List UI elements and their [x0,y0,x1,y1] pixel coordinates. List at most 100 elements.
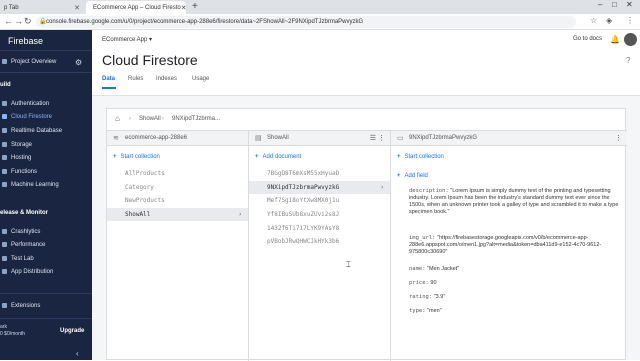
avatar[interactable] [624,33,637,46]
more-icon[interactable]: ⋮ [615,134,622,142]
field-img-url[interactable]: img_url: "https://firebasestorage.google… [409,235,621,256]
tab-rules[interactable]: Rules [128,76,143,82]
go-to-docs-link[interactable]: Go to docs [573,36,602,42]
sidebar-item-machine-learning[interactable]: Machine Learning [0,179,92,191]
firebase-logo[interactable]: Firebase [8,36,43,46]
field-description[interactable]: description: "Lorem Ipsum is simply dumm… [409,188,621,216]
section-build-title[interactable]: uild [0,82,11,88]
list-item[interactable]: Mef7Sg18oYtXw8MX0j1u [249,194,390,207]
home-icon [2,58,7,64]
more-icon[interactable]: ⋮ [378,134,385,142]
document-column: ▭ 9NXipdTJzbrmaPwvyzkG ⋮ + Start collecti… [391,131,627,361]
tab-usage[interactable]: Usage [192,76,209,82]
database-icon: ≋ [113,135,119,142]
firestore-icon [2,113,7,119]
chevron-right-icon: › [238,211,242,218]
filter-icon[interactable]: ☰ [370,134,376,142]
sidebar-item-performance[interactable]: Performance [0,239,92,251]
add-field-button[interactable]: + Add field [397,173,428,179]
url-text: console.firebase.google.com/u/0/project/… [46,19,364,25]
test-icon [2,255,7,261]
tab-data[interactable]: Data [102,76,115,82]
crash-icon [2,228,7,234]
column-header: ▭ 9NXipdTJzbrmaPwvyzkG ⋮ [391,131,627,146]
sidebar-item-realtime-database[interactable]: Realtime Database [0,125,92,137]
root-column: ≋ ecommerce-app-288e6 + Start collection … [107,131,249,361]
tab-label: ECommerce App – Cloud Firesto [93,4,181,11]
forward-icon[interactable]: → [14,16,23,26]
field-rating[interactable]: rating: "3.9" [409,294,621,301]
start-collection-button[interactable]: + Start collection [397,154,444,160]
browser-tab[interactable]: p Tab ✕ [0,1,84,14]
list-item[interactable]: AllProducts [107,167,248,180]
add-document-button[interactable]: + Add document [255,154,301,160]
start-collection-button[interactable]: + Start collection [113,154,160,160]
list-item[interactable]: 1432f6Ti717LYK9YAsY8 [249,222,390,235]
robot-icon [2,181,7,187]
browser-tab-active[interactable]: ECommerce App – Cloud Firesto ✕ [86,1,186,14]
minimize-icon[interactable]: – [598,0,602,9]
list-item-selected[interactable]: 9NXipdTJzbrmaPwvyzkG › [249,181,390,194]
sidebar: Firebase Project Overview ⚙ uild Authent… [0,30,92,360]
bell-icon[interactable]: 🔔 [610,35,620,44]
sidebar-item-storage[interactable]: Storage [0,139,92,151]
divider [0,293,92,294]
sidebar-item-app-distribution[interactable]: App Distribution [0,266,92,278]
database-icon [2,127,7,133]
browser-tab-bar: p Tab ✕ ECommerce App – Cloud Firesto ✕ … [0,0,640,14]
close-tab-icon[interactable]: ✕ [74,4,80,12]
list-item[interactable]: Category [107,181,248,194]
url-input[interactable]: 🔒 console.firebase.google.com/u/0/projec… [36,16,576,28]
bookmark-star-icon[interactable]: ☆ [590,16,597,25]
divider [0,318,92,319]
field-type[interactable]: type: "men" [409,308,621,315]
collapse-sidebar-icon[interactable]: ‹ [76,349,79,358]
help-icon[interactable]: ? [626,56,630,65]
list-item[interactable]: 7BGgD8T6mXsM55xHyuaD [249,167,390,180]
list-item[interactable]: pVBobJRwQHWCJkHYk3b6 [249,235,390,248]
divider [0,50,92,51]
mouse-cursor-icon: ⌶ [346,260,351,269]
tab-indexes[interactable]: Indexes [156,76,177,82]
close-tab-icon[interactable]: ✕ [181,4,186,12]
extensions-icon[interactable]: ◈ [606,16,612,25]
distribution-icon [2,268,7,274]
project-selector[interactable]: ECommerce App ▾ [102,36,152,43]
breadcrumb-item[interactable]: ShowAll [139,116,161,122]
close-window-icon[interactable]: ✕ [626,0,633,9]
sidebar-item-hosting[interactable]: Hosting [0,152,92,164]
page-header: ECommerce App ▾ Go to docs 🔔 Cloud Fires… [92,30,640,96]
upgrade-button[interactable]: Upgrade [60,328,84,334]
sidebar-item-extensions[interactable]: Extensions [0,300,92,312]
maximize-icon[interactable]: □ [612,0,617,9]
browser-menu-icon[interactable]: ⋮ [626,16,634,25]
list-item[interactable]: NewProducts [107,194,248,207]
gear-icon[interactable]: ⚙ [75,58,82,67]
tab-label: p Tab [4,4,19,11]
sidebar-item-cloud-firestore[interactable]: Cloud Firestore [0,111,92,123]
new-tab-button[interactable]: + [192,1,198,12]
chevron-down-icon: ▾ [149,37,153,43]
document-icon: ▭ [397,135,404,142]
breadcrumb-item[interactable]: 9NXipdTJzbrma... [172,116,220,122]
field-price[interactable]: price: 90 [409,280,621,287]
section-release-title[interactable]: elease & Monitor [0,210,48,216]
sidebar-item-functions[interactable]: Functions [0,166,92,178]
collection-icon: ▤ [255,135,262,142]
back-icon[interactable]: ← [4,16,13,26]
collection-column: ▤ ShowAll ☰ ⋮ + Add document 7BGgD8T6mXsM… [249,131,391,361]
hosting-icon [2,154,7,160]
data-panel: ⌂ › ShowAll › 9NXipdTJzbrma... ≋ ecommer… [106,108,627,361]
list-item[interactable]: Yf8IBuSUb8xuZUvi2s8J [249,208,390,221]
reload-icon[interactable]: ↻ [24,16,32,27]
sidebar-item-test-lab[interactable]: Test Lab [0,253,92,265]
field-name[interactable]: name: "Men Jacket" [409,266,621,273]
column-header: ▤ ShowAll ☰ ⋮ [249,131,390,146]
functions-icon [2,168,7,174]
list-item-selected[interactable]: ShowAll › [107,208,248,221]
home-icon[interactable]: ⌂ [115,114,120,123]
sidebar-item-crashlytics[interactable]: Crashlytics [0,226,92,238]
sidebar-item-authentication[interactable]: Authentication [0,98,92,110]
extensions-icon [2,302,7,308]
active-tab-indicator [102,87,116,89]
